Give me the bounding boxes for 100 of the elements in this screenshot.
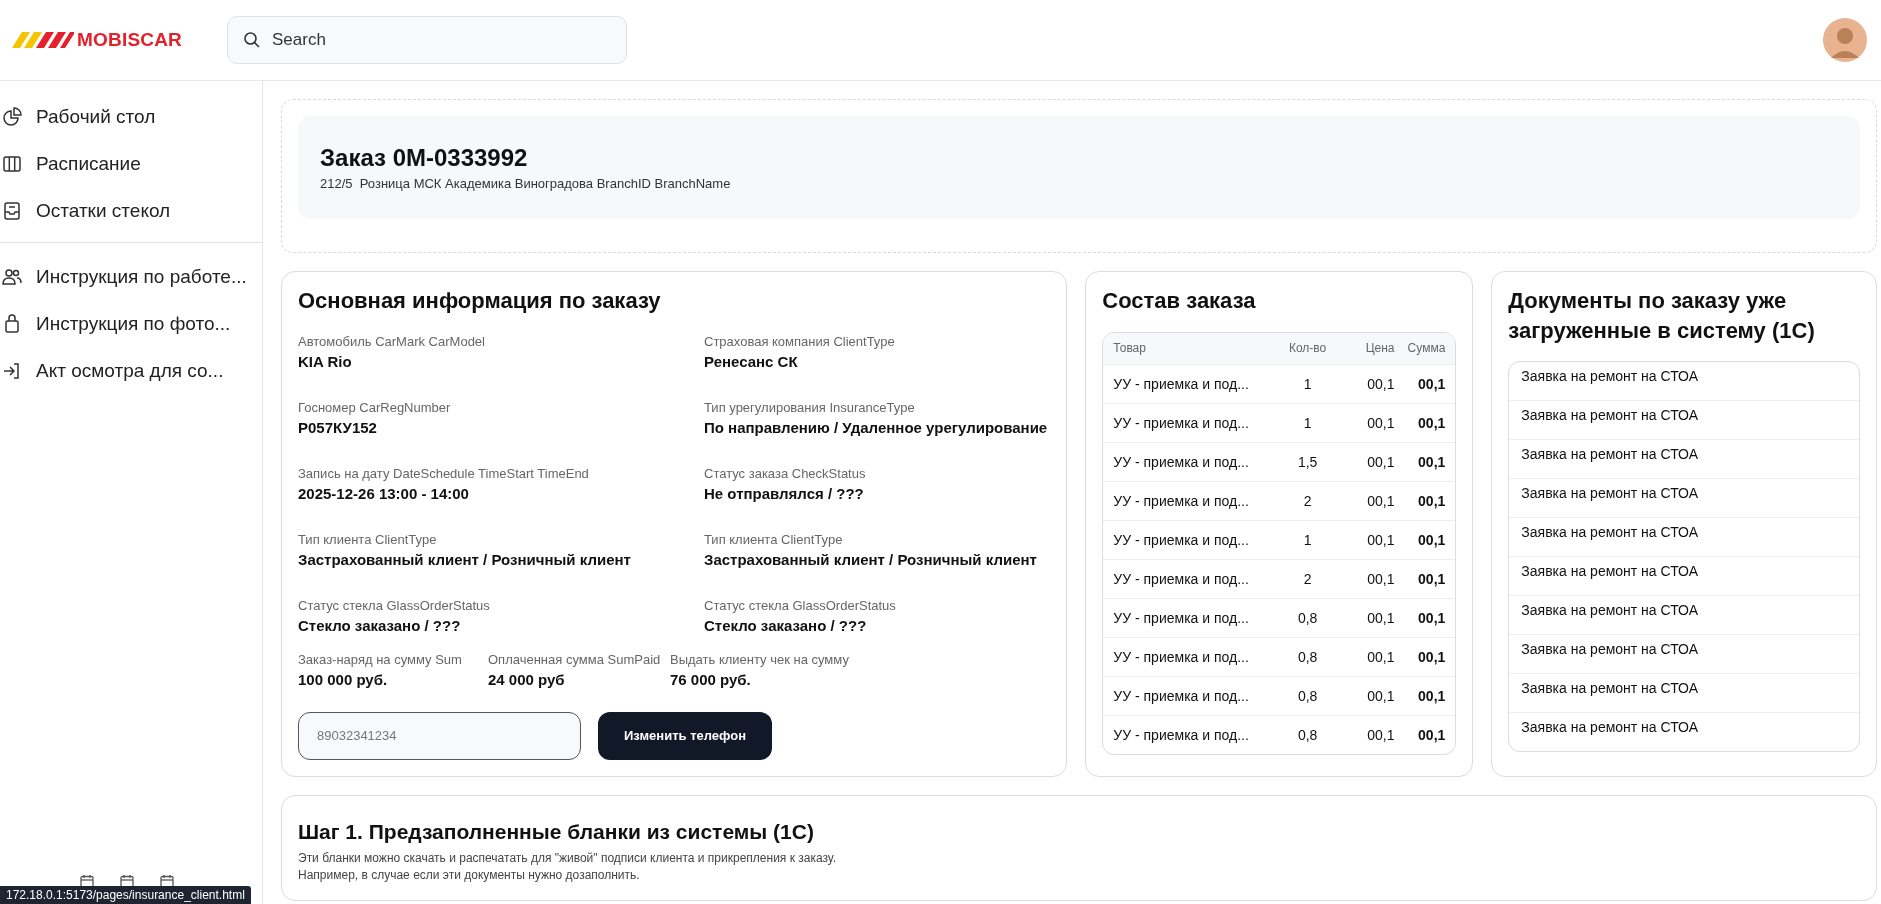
document-item[interactable]: Заявка на ремонт на СТОА	[1509, 712, 1859, 752]
column-header: Сумма	[1406, 341, 1446, 356]
search-field[interactable]: Search	[227, 16, 627, 64]
table-cell-text: 00,1	[1366, 726, 1395, 743]
field-label: Автомобиль CarMark CarModel	[298, 333, 486, 349]
document-item[interactable]: Заявка на ремонт на СТОА	[1509, 439, 1859, 479]
field-label: Статус стекла GlassOrderStatus	[704, 597, 897, 613]
document-item[interactable]: Заявка на ремонт на СТОА	[1509, 517, 1859, 557]
sidebar-item[interactable]: Расписание	[0, 140, 262, 187]
mobiscar-logo[interactable]: MOBISCAR	[12, 29, 227, 51]
table-cell-text: 00,1	[1366, 453, 1395, 470]
step-description: Эти бланки можно скачать и распечатать для "живой" подписи клиента и прикрепления к заказу.	[298, 850, 837, 867]
table-cell-text: 0,8	[1296, 648, 1319, 665]
table-cell-text: 00,1	[1417, 570, 1446, 587]
field-label: Тип урегулирования InsuranceType	[704, 399, 916, 415]
table-cell-text: 00,1	[1417, 375, 1446, 392]
table-cell-text: 00,1	[1417, 687, 1446, 704]
field-label: Тип клиента ClientType	[704, 531, 844, 547]
table-cell-text: 1,5	[1296, 453, 1319, 470]
field-label: Статус заказа CheckStatus	[704, 465, 867, 481]
user-avatar[interactable]	[1823, 18, 1867, 62]
document-item[interactable]: Заявка на ремонт на СТОА	[1509, 478, 1859, 518]
table-cell-text: УУ - приемка и под...	[1113, 609, 1250, 626]
table-cell-text: 1	[1302, 414, 1313, 431]
sidebar-item[interactable]: Рабочий стол	[0, 93, 262, 140]
field-value: 24 000 руб	[488, 670, 566, 688]
document-item[interactable]: Заявка на ремонт на СТОА	[1509, 673, 1859, 713]
table-cell-text: 00,1	[1366, 648, 1395, 665]
field-value: По направлению / Удаленное урегулирование	[704, 418, 1049, 436]
field-value: 100 000 руб.	[298, 670, 389, 688]
table-cell-text: УУ - приемка и под...	[1113, 414, 1250, 431]
field-value: Застрахованный клиент / Розничный клиент	[704, 550, 1038, 568]
field-label: Выдать клиенту чек на сумму	[670, 651, 849, 667]
table-cell-text: 00,1	[1366, 570, 1395, 587]
logo-stripes-icon	[12, 32, 74, 48]
table-cell-text: УУ - приемка и под...	[1113, 531, 1250, 548]
table-cell-text: УУ - приемка и под...	[1113, 726, 1250, 743]
table-cell-text: 2	[1302, 492, 1313, 509]
field-value: Не отправлялся / ???	[704, 484, 865, 502]
document-item[interactable]: Заявка на ремонт на СТОА	[1509, 362, 1859, 401]
field-value: KIA Rio	[298, 352, 353, 370]
table-cell-text: УУ - приемка и под...	[1113, 375, 1250, 392]
step-title: Шаг 1. Предзаполненные бланки из системы (1С)	[298, 818, 815, 845]
column-header: Товар	[1113, 341, 1147, 356]
table-cell-text: 00,1	[1366, 492, 1395, 509]
pie-chart-icon	[2, 106, 22, 127]
column-header: Кол-во	[1287, 341, 1328, 356]
field-label: Тип клиента ClientType	[298, 531, 438, 547]
change-phone-button[interactable]: Изменить телефон	[598, 711, 773, 760]
table-cell-text: 00,1	[1366, 414, 1395, 431]
sign-in-icon	[2, 360, 22, 381]
sidebar-item[interactable]: Инструкция по работе...	[0, 253, 262, 300]
table-cell-text: 00,1	[1366, 687, 1395, 704]
document-item[interactable]: Заявка на ремонт на СТОА	[1509, 556, 1859, 596]
sidebar-item[interactable]: Остатки стекол	[0, 187, 262, 234]
table-cell-text: 00,1	[1366, 375, 1395, 392]
field-label: Оплаченная сумма SumPaid	[488, 651, 660, 667]
table-cell-text: 00,1	[1366, 609, 1395, 626]
table-cell-text: 00,1	[1417, 648, 1446, 665]
field-value: Р057КУ152	[298, 418, 378, 436]
card-title: Состав заказа	[1102, 287, 1257, 315]
field-label: Запись на дату DateSchedule TimeStart TimeEnd	[298, 465, 590, 481]
field-value: 76 000 руб.	[670, 670, 752, 688]
field-value: Застрахованный клиент / Розничный клиент	[298, 550, 632, 568]
columns-icon	[2, 153, 22, 174]
column-header: Цена	[1364, 341, 1395, 356]
table-cell-text: 00,1	[1417, 492, 1446, 509]
card-title: Документы по заказу уже загруженные в систему (1С)	[1508, 287, 1816, 345]
table-cell-text: УУ - приемка и под...	[1113, 687, 1250, 704]
calendar-icon[interactable]	[80, 874, 94, 888]
field-label: Статус стекла GlassOrderStatus	[298, 597, 491, 613]
table-cell-text: УУ - приемка и под...	[1113, 453, 1250, 470]
field-value: Стекло заказано / ???	[704, 616, 868, 634]
table-cell-text: 1	[1302, 531, 1313, 548]
document-item[interactable]: Заявка на ремонт на СТОА	[1509, 400, 1859, 440]
users-icon	[2, 266, 22, 287]
table-cell-text: УУ - приемка и под...	[1113, 648, 1250, 665]
table-cell-text: 00,1	[1417, 414, 1446, 431]
table-cell-text: 00,1	[1417, 609, 1446, 626]
status-url: 172.18.0.1:5173/pages/insurance_client.html	[0, 886, 251, 904]
table-cell-text: 1	[1302, 375, 1313, 392]
order-title: Заказ 0M-0333992	[320, 144, 529, 172]
calendar-icon[interactable]	[120, 874, 134, 888]
phone-field[interactable]: 89032341234	[298, 711, 581, 760]
table-cell-text: 0,8	[1296, 687, 1319, 704]
table-cell-text: УУ - приемка и под...	[1113, 492, 1250, 509]
table-cell-text: 2	[1302, 570, 1313, 587]
table-cell-text: 00,1	[1366, 531, 1395, 548]
order-subtitle: 212/5 Розница МСК Академика Виноградова BranchID BranchName	[320, 176, 732, 191]
sidebar-item[interactable]: Инструкция по фото...	[0, 300, 262, 347]
field-value: Ренесанс СК	[704, 352, 799, 370]
field-value: 2025-12-26 13:00 - 14:00	[298, 484, 470, 502]
field-label: Заказ-наряд на сумму Sum	[298, 651, 463, 667]
calendar-icon[interactable]	[160, 874, 174, 888]
sidebar-item[interactable]: Акт осмотра для со...	[0, 347, 262, 394]
document-item[interactable]: Заявка на ремонт на СТОА	[1509, 634, 1859, 674]
field-label: Страховая компания ClientType	[704, 333, 896, 349]
field-value: Стекло заказано / ???	[298, 616, 462, 634]
document-item[interactable]: Заявка на ремонт на СТОА	[1509, 595, 1859, 635]
card-title: Основная информация по заказу	[298, 287, 662, 315]
